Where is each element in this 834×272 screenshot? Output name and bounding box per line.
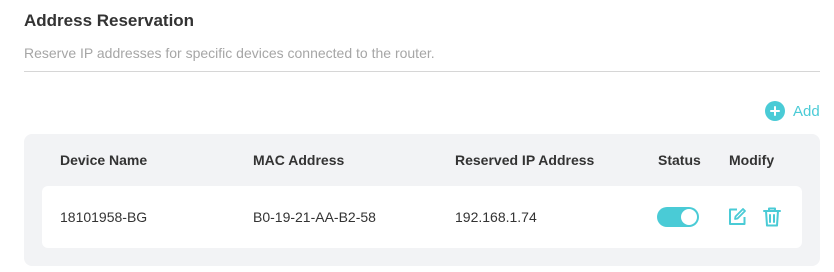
reserved-ip-cell: 192.168.1.74 (455, 209, 537, 225)
divider (24, 71, 820, 72)
toggle-knob (681, 209, 697, 225)
mac-address-cell: B0-19-21-AA-B2-58 (253, 209, 376, 225)
status-toggle[interactable] (657, 207, 699, 227)
section-title: Address Reservation (24, 11, 195, 30)
column-header-device-name: Device Name (60, 152, 148, 168)
delete-button[interactable] (761, 206, 783, 228)
plus-circle-icon (765, 101, 785, 121)
add-label: Add (793, 102, 820, 120)
edit-button[interactable] (726, 206, 748, 228)
device-name-cell: 18101958-BG (60, 209, 148, 225)
section-subtitle: Reserve IP addresses for specific device… (24, 45, 435, 61)
column-header-modify: Modify (729, 152, 775, 168)
reservation-table: Device Name MAC Address Reserved IP Addr… (24, 134, 820, 266)
add-button[interactable]: Add (765, 100, 820, 122)
column-header-mac-address: MAC Address (253, 152, 345, 168)
edit-icon (729, 208, 746, 225)
trash-icon (763, 207, 781, 227)
table-row: 18101958-BG B0-19-21-AA-B2-58 192.168.1.… (42, 186, 802, 248)
column-header-reserved-ip: Reserved IP Address (455, 152, 595, 168)
column-header-status: Status (658, 152, 701, 168)
